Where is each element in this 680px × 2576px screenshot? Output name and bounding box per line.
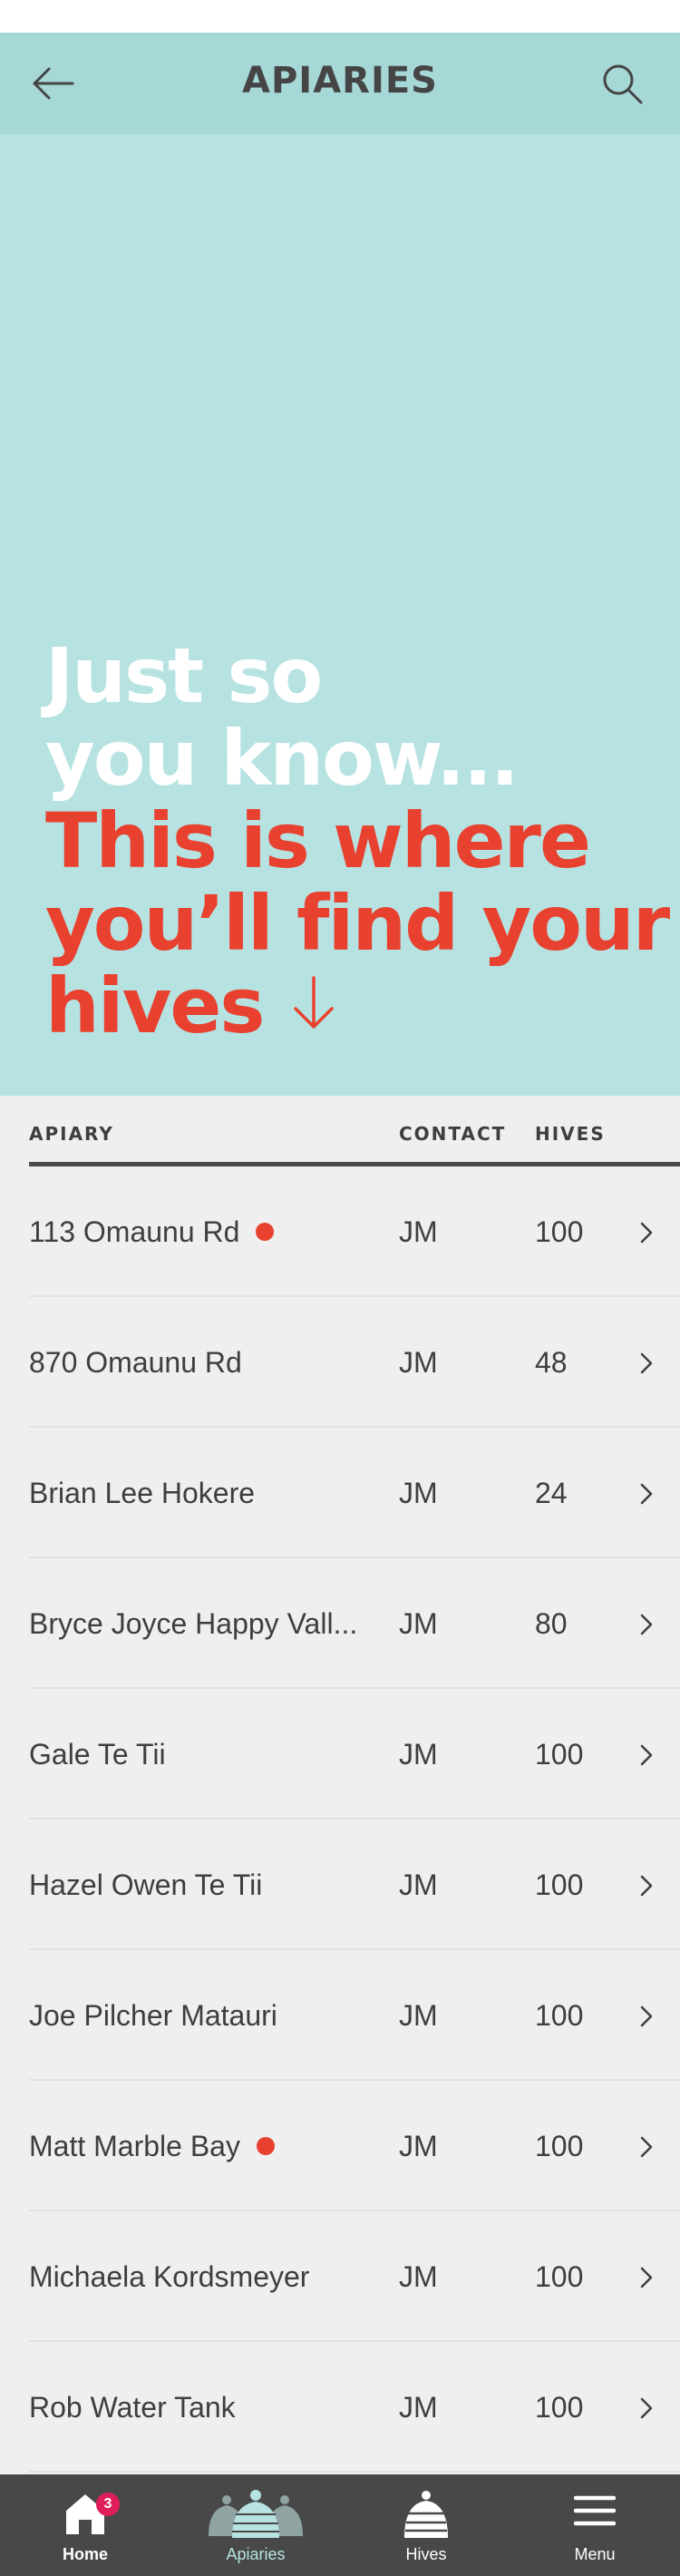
tab-menu-label: Menu [574,2545,616,2563]
hives-count-cell: 24 [535,1477,568,1509]
contact-cell: JM [399,1869,438,1901]
alert-dot-icon [256,1222,275,1241]
hives-count-cell: 100 [535,1999,584,2032]
hives-count-cell: 100 [535,2391,584,2424]
chevron-right-icon [640,2005,653,2027]
apiary-row[interactable]: Hazel Owen Te Tii JM 100 [0,1820,680,1950]
chevron-right-icon [640,1352,653,1374]
bottom-tab-bar: 3 Home Apiaries Hives Menu [0,2474,680,2576]
apiary-name: Matt Marble Bay [29,2130,240,2162]
contact-cell: JM [399,1607,438,1640]
page-title: APIARIES [242,60,438,102]
alert-dot-icon [256,2136,275,2155]
tab-home-label: Home [62,2545,108,2563]
apiary-row[interactable]: 113 Omaunu Rd JM 100 [0,1166,680,1297]
contact-cell: JM [399,2391,438,2424]
tab-apiaries-label: Apiaries [226,2545,286,2563]
contact-cell: JM [399,1999,438,2032]
hero-line-2: you know... [45,714,520,803]
chevron-right-icon [640,1222,653,1244]
tab-hives[interactable]: Hives [341,2474,511,2576]
chevron-right-icon [640,2267,653,2288]
apiaries-icon [205,2489,306,2544]
contact-cell: JM [399,1346,438,1379]
apiary-name: Bryce Joyce Happy Vall... [29,1607,358,1640]
hives-count-cell: 100 [535,1869,584,1901]
apiary-name-cell: Michaela Kordsmeyer [29,2260,309,2294]
tab-home[interactable]: 3 Home [0,2474,170,2576]
contact-cell: JM [399,1738,438,1771]
hives-count-cell: 100 [535,1215,584,1248]
apiary-name-cell: Joe Pilcher Matauri [29,1999,277,2033]
tab-apiaries[interactable]: Apiaries [170,2474,341,2576]
apiary-name-cell: Brian Lee Hokere [29,1477,255,1510]
contact-cell: JM [399,1215,438,1248]
contact-cell: JM [399,2130,438,2162]
chevron-right-icon [640,2397,653,2419]
hero-line-4: you’ll find your [45,879,670,968]
column-header-apiary[interactable]: APIARY [29,1123,114,1145]
hero-banner: Just so you know... This is where you’ll… [0,134,680,1096]
apiary-name: 870 Omaunu Rd [29,1346,242,1379]
hero-line-5-wrap: hives [45,965,668,1053]
hero-line-1: Just so [45,631,323,720]
hamburger-menu-icon [573,2489,617,2541]
apiary-name: Hazel Owen Te Tii [29,1869,263,1901]
apiary-name-cell: Hazel Owen Te Tii [29,1869,262,1902]
tab-hives-label: Hives [405,2545,447,2563]
search-button[interactable] [602,63,644,105]
chevron-right-icon [640,1483,653,1505]
column-header-contact[interactable]: CONTACT [399,1123,506,1145]
apiary-row[interactable]: Joe Pilcher Matauri JM 100 [0,1950,680,2081]
notification-badge: 3 [96,2493,120,2516]
table-header: APIARY CONTACT HIVES [0,1096,680,1168]
apiary-name-cell: Bryce Joyce Happy Vall... [29,1607,357,1641]
tab-menu[interactable]: Menu [510,2474,680,2576]
apiary-name: Michaela Kordsmeyer [29,2260,310,2293]
hives-count-cell: 80 [535,1607,568,1640]
apiary-name-cell: Rob Water Tank [29,2391,236,2425]
apiary-name: Rob Water Tank [29,2391,236,2424]
apiary-name-cell: 113 Omaunu Rd [29,1215,275,1249]
hero-line-3: This is where [45,796,591,885]
chevron-right-icon [640,1744,653,1766]
apiary-list: 113 Omaunu Rd JM 100 870 Omaunu Rd JM 48 Brian… [0,1166,680,2473]
apiary-name: Joe Pilcher Matauri [29,1999,277,2032]
chevron-right-icon [640,1875,653,1897]
apiary-row[interactable]: Bryce Joyce Happy Vall... JM 80 [0,1558,680,1689]
arrow-down-icon [290,965,337,1048]
hero-message: Just so you know... This is where you’ll… [45,631,670,1053]
apiary-row[interactable]: Matt Marble Bay JM 100 [0,2081,680,2211]
apiary-name: 113 Omaunu Rd [29,1215,240,1248]
contact-cell: JM [399,1477,438,1509]
apiary-name-cell: Gale Te Tii [29,1738,166,1771]
contact-cell: JM [399,2260,438,2293]
hives-count-cell: 100 [535,1738,584,1771]
app-header: APIARIES [0,33,680,134]
beehive-icon [399,2489,453,2544]
hives-count-cell: 100 [535,2260,584,2293]
apiary-name: Brian Lee Hokere [29,1477,256,1509]
apiary-row[interactable]: Brian Lee Hokere JM 24 [0,1428,680,1558]
apiary-row[interactable]: Michaela Kordsmeyer JM 100 [0,2211,680,2342]
chevron-right-icon [640,1614,653,1635]
chevron-right-icon [640,2136,653,2158]
hives-count-cell: 100 [535,2130,584,2162]
apiary-name: Gale Te Tii [29,1738,166,1771]
apiary-name-cell: Matt Marble Bay [29,2130,275,2163]
apiary-row[interactable]: Gale Te Tii JM 100 [0,1689,680,1820]
status-strip [0,0,680,33]
apiary-row[interactable]: 870 Omaunu Rd JM 48 [0,1297,680,1428]
apiary-row[interactable]: Rob Water Tank JM 100 [0,2342,680,2473]
apiary-name-cell: 870 Omaunu Rd [29,1346,242,1380]
hero-line-5: hives [45,961,265,1050]
hives-count-cell: 48 [535,1346,568,1379]
search-icon [603,64,643,104]
column-header-hives[interactable]: HIVES [535,1123,606,1145]
